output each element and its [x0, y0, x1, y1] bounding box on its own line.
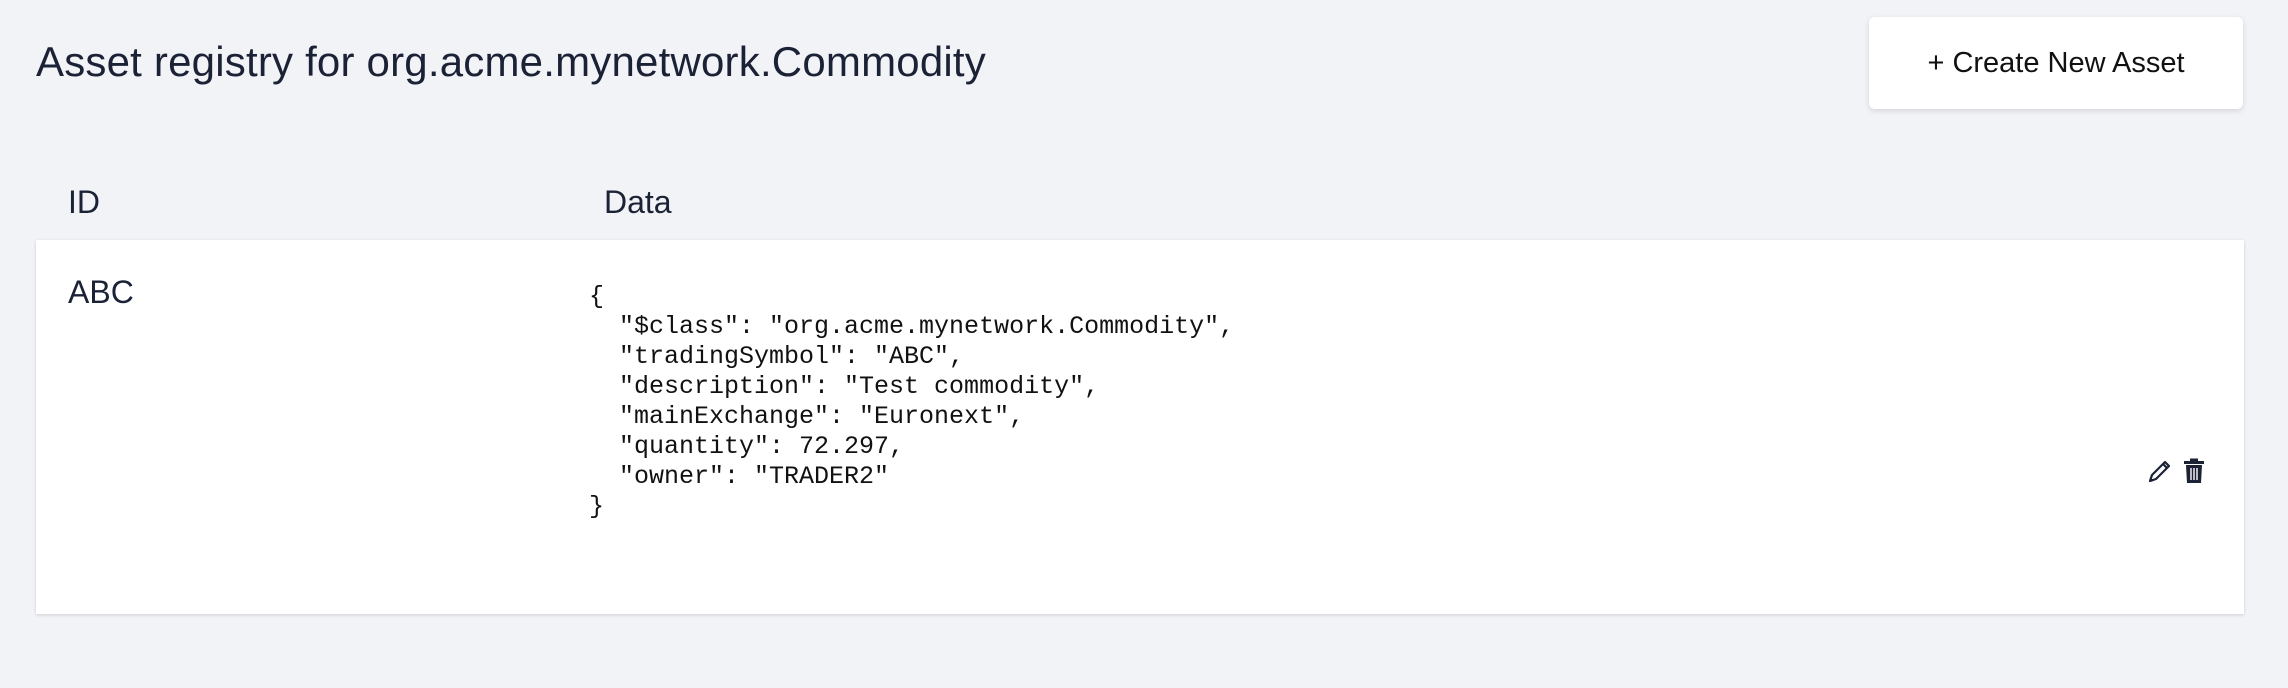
column-header-id: ID	[68, 184, 100, 220]
create-new-asset-button[interactable]: + Create New Asset	[1869, 17, 2243, 109]
asset-id-cell: ABC	[68, 274, 134, 310]
asset-data-json: { "$class": "org.acme.mynetwork.Commodit…	[589, 282, 1235, 521]
table-header: ID Data	[36, 180, 2244, 240]
row-actions	[2146, 458, 2208, 488]
edit-asset-button[interactable]	[2146, 458, 2174, 488]
asset-registry-page: Asset registry for org.acme.mynetwork.Co…	[0, 0, 2288, 688]
table-row: ABC { "$class": "org.acme.mynetwork.Comm…	[36, 240, 2244, 614]
trash-icon	[2182, 457, 2206, 490]
delete-asset-button[interactable]	[2180, 458, 2208, 488]
page-title: Asset registry for org.acme.mynetwork.Co…	[36, 38, 986, 85]
pencil-icon	[2146, 457, 2174, 490]
column-header-data: Data	[604, 184, 672, 220]
